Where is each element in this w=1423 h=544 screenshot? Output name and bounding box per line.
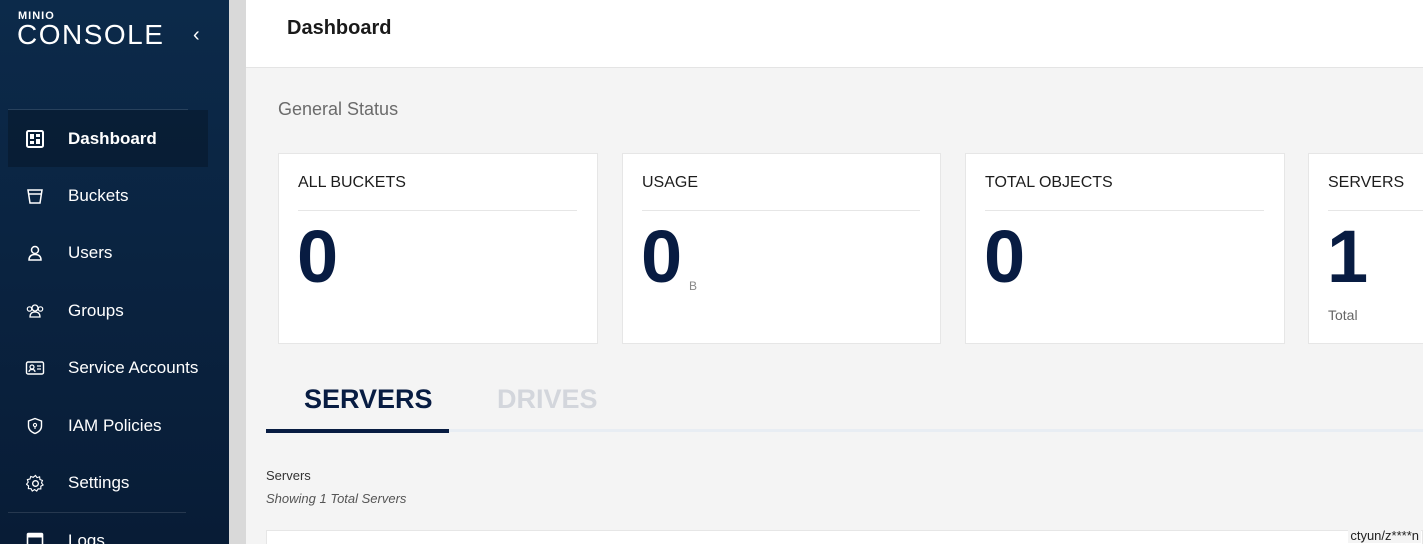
- bucket-icon: [24, 185, 46, 207]
- sidebar-item-settings[interactable]: Settings: [8, 454, 208, 511]
- shield-icon: [24, 415, 46, 437]
- sidebar-item-label: Dashboard: [68, 128, 157, 148]
- service-accounts-icon: [24, 357, 46, 379]
- sidebar-item-logs[interactable]: Logs: [8, 513, 208, 544]
- page-title: Dashboard: [287, 17, 392, 39]
- server-list-panel: [266, 530, 1423, 544]
- servers-heading: Servers: [266, 468, 311, 483]
- tabs: SERVERS DRIVES: [266, 378, 1423, 434]
- current-user: ctyun/z****n: [1348, 528, 1421, 543]
- sidebar-item-label: Settings: [68, 473, 130, 493]
- all-buckets-card: ALL BUCKETS 0: [278, 153, 598, 344]
- sidebar-item-label: Groups: [68, 300, 124, 320]
- active-tab-indicator: [266, 429, 449, 433]
- sidebar-item-label: Users: [68, 243, 113, 263]
- sidebar-item-service-accounts[interactable]: Service Accounts: [8, 340, 208, 397]
- card-divider: [985, 210, 1264, 211]
- card-divider: [642, 210, 920, 211]
- gear-icon: [24, 472, 46, 494]
- dashboard-icon: [24, 128, 46, 150]
- card-label: TOTAL OBJECTS: [985, 174, 1113, 191]
- servers-subheading: Showing 1 Total Servers: [266, 491, 407, 506]
- total-objects-card: TOTAL OBJECTS 0: [965, 153, 1285, 344]
- top-header: Dashboard: [246, 0, 1423, 68]
- sidebar-item-label: IAM Policies: [68, 415, 162, 435]
- sidebar-item-iam-policies[interactable]: IAM Policies: [8, 397, 208, 454]
- user-icon: [24, 242, 46, 264]
- card-sub: Total: [1328, 307, 1358, 323]
- sidebar-item-dashboard[interactable]: Dashboard: [8, 110, 208, 168]
- card-value: 0: [984, 215, 1026, 298]
- sidebar-item-label: Service Accounts: [68, 358, 199, 378]
- card-label: SERVERS: [1328, 174, 1405, 191]
- card-value: 0: [297, 215, 339, 298]
- sidebar-item-label: Buckets: [68, 186, 129, 206]
- sidebar-item-buckets[interactable]: Buckets: [8, 167, 208, 224]
- sidebar-nav: Dashboard Buckets Users Groups Service A…: [8, 110, 208, 544]
- sidebar-divider: [8, 511, 186, 513]
- servers-card: SERVERS 1 Total: [1308, 153, 1423, 344]
- groups-icon: [24, 300, 46, 322]
- logs-icon: [24, 530, 46, 544]
- card-value: 1: [1327, 215, 1369, 298]
- collapse-sidebar-button[interactable]: ‹: [193, 24, 200, 47]
- sidebar-item-label: Logs: [68, 531, 105, 544]
- card-divider: [298, 210, 577, 211]
- card-label: USAGE: [642, 174, 699, 191]
- usage-card: USAGE 0 B: [622, 153, 941, 344]
- sidebar-edge: [229, 0, 246, 544]
- brand-logo: CONSOLE: [17, 19, 165, 50]
- card-label: ALL BUCKETS: [298, 174, 406, 191]
- sidebar-item-groups[interactable]: Groups: [8, 282, 208, 339]
- tab-drives[interactable]: DRIVES: [497, 384, 598, 415]
- tab-servers[interactable]: SERVERS: [304, 384, 433, 415]
- general-status-title: General Status: [278, 99, 399, 119]
- sidebar: MINIO CONSOLE ‹ Dashboard Buckets Users: [0, 0, 229, 544]
- card-divider: [1328, 210, 1423, 211]
- card-unit: B: [689, 279, 698, 293]
- sidebar-item-users[interactable]: Users: [8, 225, 208, 282]
- card-value: 0: [641, 215, 683, 298]
